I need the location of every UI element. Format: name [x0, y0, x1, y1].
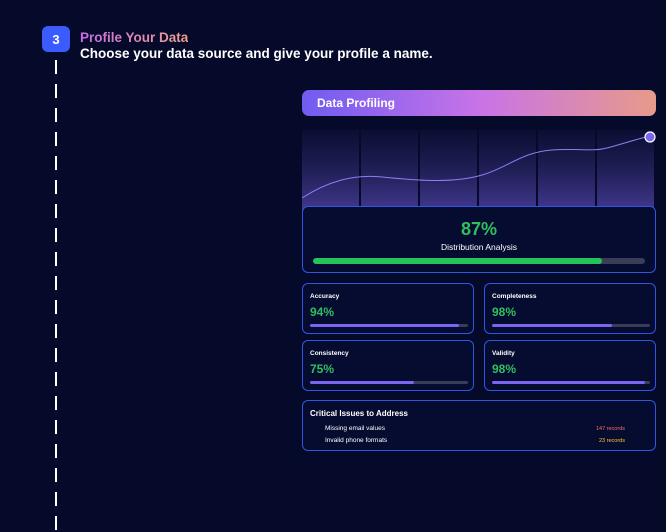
trend-columns — [302, 130, 654, 212]
issue-row-invalid-phone: Invalid phone formats 23 records — [325, 435, 625, 446]
metric-card-consistency: Consistency 75% — [302, 340, 474, 391]
metric-progress-track — [310, 381, 468, 384]
metric-name: Completeness — [492, 293, 537, 300]
trend-endpoint-dot — [644, 131, 656, 143]
metric-value: 98% — [492, 305, 517, 319]
metric-value: 75% — [310, 362, 335, 376]
distribution-progress-track — [313, 258, 645, 264]
metric-name: Accuracy — [310, 293, 340, 300]
metric-progress-fill — [310, 381, 415, 384]
metric-card-validity: Validity 98% — [484, 340, 656, 391]
issue-count: 23 records — [599, 437, 625, 444]
metric-name: Consistency — [310, 350, 349, 357]
distribution-value: 87% — [460, 219, 498, 239]
step-timeline-line — [55, 60, 57, 532]
trend-svg — [302, 130, 656, 212]
panel-header: Data Profiling — [302, 90, 656, 116]
metric-value: 98% — [492, 362, 517, 376]
metric-value: 94% — [310, 305, 335, 319]
step-subtitle: Choose your data source and give your pr… — [80, 46, 433, 61]
panel-header-title: Data Profiling — [317, 96, 396, 110]
issue-label: Invalid phone formats — [325, 437, 388, 444]
metric-progress-track — [492, 381, 650, 384]
metric-card-completeness: Completeness 98% — [484, 283, 656, 334]
data-profiling-panel: Data Profiling 87% Distribution Analysis… — [302, 90, 656, 451]
metric-name: Validity — [492, 350, 515, 357]
metric-progress-fill — [492, 324, 613, 327]
metric-progress-fill — [492, 381, 646, 384]
metric-progress-track — [310, 324, 468, 327]
distribution-analysis-card: 87% Distribution Analysis — [302, 206, 656, 273]
issue-row-missing-email: Missing email values 147 records — [325, 423, 625, 434]
metric-card-accuracy: Accuracy 94% — [302, 283, 474, 334]
metric-progress-track — [492, 324, 650, 327]
issue-count: 147 records — [595, 425, 625, 432]
metric-progress-fill — [310, 324, 459, 327]
step-number-badge: 3 — [42, 26, 70, 52]
distribution-label: Distribution Analysis — [440, 242, 518, 252]
profiling-trend-graphic — [302, 130, 656, 212]
distribution-progress-fill — [313, 258, 602, 264]
issue-label: Missing email values — [325, 425, 385, 432]
critical-issues-card: Critical Issues to Address Missing email… — [302, 400, 656, 451]
step-title: Profile Your Data — [80, 30, 189, 45]
issues-title: Critical Issues to Address — [310, 409, 408, 418]
